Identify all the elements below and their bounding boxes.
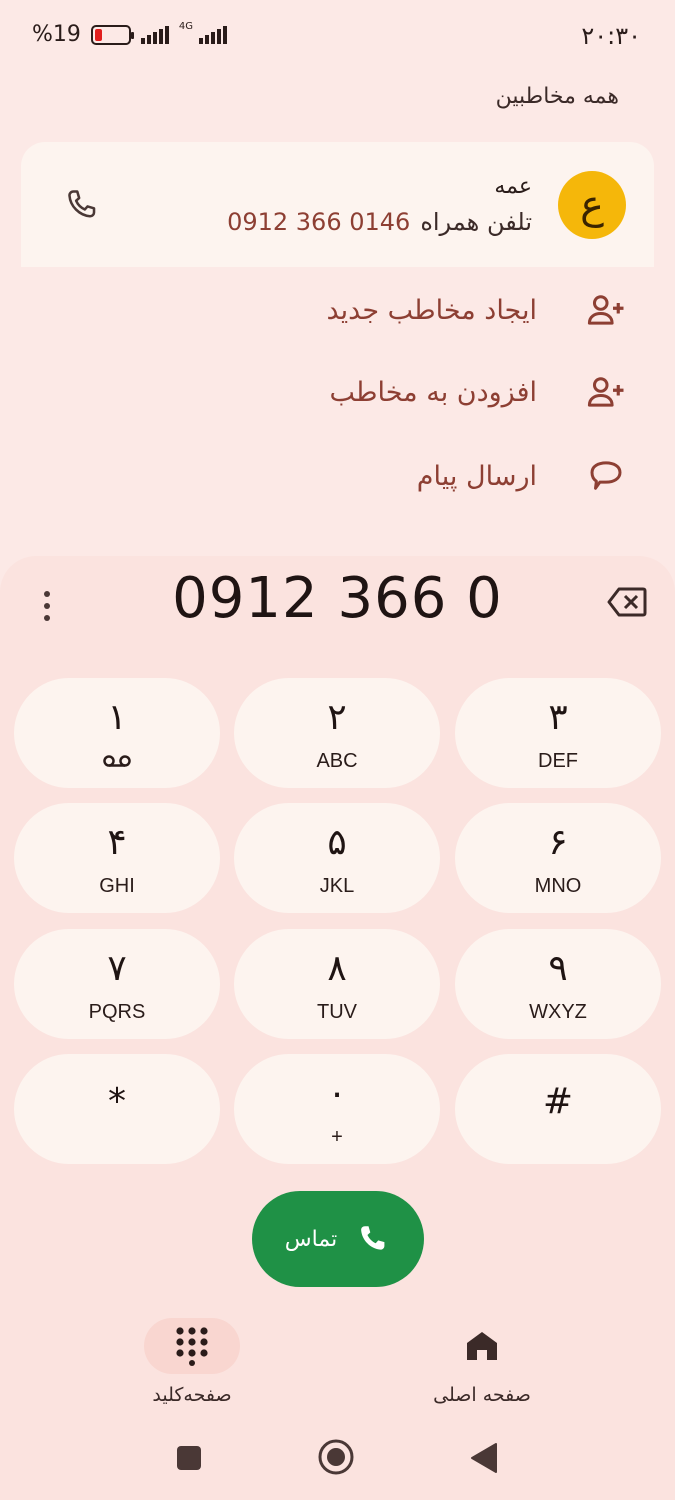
key-digit: ۵ [327,822,347,863]
key-digit: ۷ [107,948,127,989]
action-label: ایجاد مخاطب جدید [326,294,537,326]
more-options-icon[interactable] [36,588,58,624]
person-add-icon [587,295,624,325]
key-5[interactable]: ۵ JKL [234,803,440,913]
key-3[interactable]: ۳ DEF [455,678,661,788]
key-9[interactable]: ۹ WXYZ [455,929,661,1039]
key-0[interactable]: ۰ + [234,1054,440,1164]
all-contacts-link[interactable]: همه مخاطبین [496,84,619,109]
battery-level [94,28,102,41]
recents-icon[interactable] [175,1444,203,1472]
key-8[interactable]: ۸ TUV [234,929,440,1039]
key-6[interactable]: ۶ MNO [455,803,661,913]
action-label: افزودن به مخاطب [329,376,537,408]
contact-detail: تلفن همراه 0912 366 0146 [227,208,532,236]
tab-label: صفحه اصلی [433,1384,531,1406]
backspace-icon[interactable] [607,586,647,618]
key-digit: ۴ [107,822,127,863]
call-button[interactable]: تماس [252,1191,424,1287]
key-digit: ۹ [548,948,568,989]
status-bar: %19 4G ۲۰:۳۰ [0,0,675,72]
key-7[interactable]: ۷ PQRS [14,929,220,1039]
key-star[interactable]: * [14,1054,220,1164]
tab-home[interactable]: صفحه اصلی [402,1318,562,1406]
key-2[interactable]: ۲ ABC [234,678,440,788]
key-digit: ۳ [548,697,568,738]
key-digit: * [108,1081,126,1122]
tab-label: صفحه‌کلید [152,1384,232,1406]
contact-name: عمه [494,174,532,199]
avatar: ع [558,171,626,239]
key-letters: TUV [317,1001,357,1023]
send-message-button[interactable]: ارسال پیام [127,448,627,504]
key-letters: PQRS [88,1001,146,1023]
signal-icon [140,25,169,44]
dialer-panel: 0912 366 0 ۱ ۲ ABC ۳ DEF ۴ GHI ۵ JKL ۶ M… [0,556,675,1500]
key-digit: ۶ [548,822,568,863]
create-new-contact-button[interactable]: ایجاد مخاطب جدید [127,282,627,338]
home-button-icon[interactable] [317,1438,355,1476]
signal-icon-2 [199,25,228,44]
tab-keypad[interactable]: صفحه‌کلید [112,1318,272,1406]
person-add-icon [587,377,624,407]
key-digit: ۸ [327,948,347,989]
phone-icon[interactable] [63,186,101,224]
key-digit: ۱ [107,697,127,738]
contact-suggestion-card[interactable]: ع عمه تلفن همراه 0912 366 0146 [21,142,654,267]
key-digit: ۰ [327,1073,347,1114]
dialpad-icon [176,1327,208,1366]
dialed-number-field[interactable]: 0912 366 0 [100,566,575,631]
network-type: 4G [178,21,194,32]
keypad-tab-pill [144,1318,240,1374]
battery-percent: %19 [32,22,81,47]
home-tab-pill [434,1318,530,1374]
key-letters: DEF [538,750,578,772]
key-letters: MNO [534,875,582,897]
clock: ۲۰:۳۰ [581,22,641,50]
key-digit: # [542,1081,574,1122]
phone-type-label: تلفن همراه [420,208,532,236]
key-hash[interactable]: # [455,1054,661,1164]
back-icon[interactable] [470,1442,498,1474]
key-1[interactable]: ۱ [14,678,220,788]
key-4[interactable]: ۴ GHI [14,803,220,913]
system-navigation-bar [0,1436,675,1480]
key-digit: ۲ [327,697,347,738]
contact-phone-number: 0912 366 0146 [227,208,411,236]
key-letters: ABC [316,750,358,772]
home-icon [467,1332,497,1360]
key-letters: JKL [319,875,355,897]
phone-icon [361,1226,385,1250]
key-letters: GHI [99,875,135,897]
voicemail-icon [103,755,131,767]
key-letters: WXYZ [529,1001,587,1023]
battery-icon [90,24,134,45]
call-button-label: تماس [284,1226,338,1252]
add-to-contact-button[interactable]: افزودن به مخاطب [127,364,627,420]
key-letters: + [331,1126,343,1148]
message-icon [590,461,622,490]
action-label: ارسال پیام [416,460,537,492]
status-icons: %19 4G [32,21,228,47]
